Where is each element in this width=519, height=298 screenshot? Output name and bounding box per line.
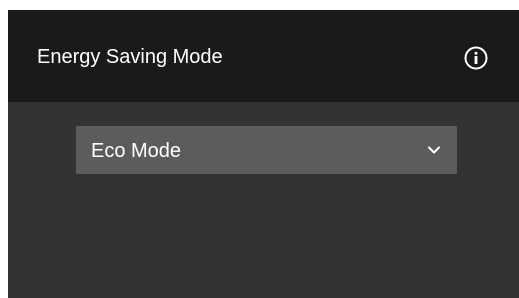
energy-saving-panel: Energy Saving Mode Eco Mode xyxy=(8,10,519,298)
panel-header: Energy Saving Mode xyxy=(8,10,519,102)
chevron-down-icon xyxy=(427,143,441,157)
energy-mode-selected-value: Eco Mode xyxy=(91,140,182,162)
panel-title: Energy Saving Mode xyxy=(37,46,223,68)
energy-mode-select[interactable]: Eco Mode xyxy=(76,126,457,174)
info-icon[interactable] xyxy=(464,46,488,70)
